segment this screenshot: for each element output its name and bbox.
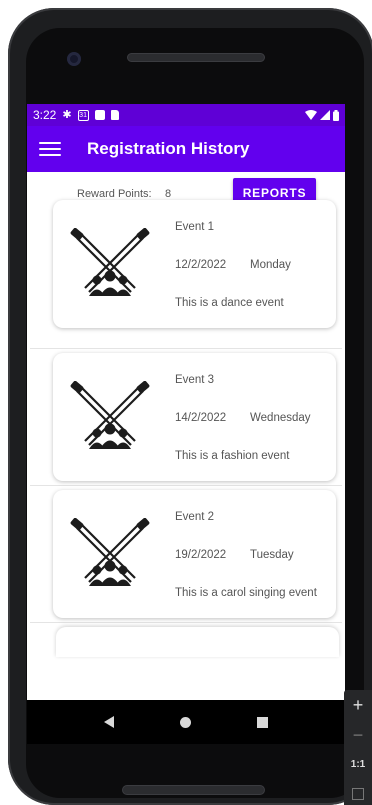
app-screen: 3:22 ✱ 31 Registration History Reward Po… [27, 104, 345, 700]
earpiece-speaker [127, 53, 265, 62]
event-date: 14/2/2022 [175, 412, 227, 424]
app-icon [94, 110, 105, 120]
event-list: Event 1 12/2/2022 Monday This is a dance… [27, 200, 345, 700]
cell-signal-icon [320, 110, 330, 120]
recent-apps-icon[interactable] [257, 716, 268, 728]
event-date: 19/2/2022 [175, 549, 227, 561]
event-name: Event 2 [175, 511, 214, 523]
list-item: Event 3 14/2/2022 Wednesday This is a fa… [30, 349, 342, 486]
event-day: Monday [250, 259, 291, 271]
bottom-speaker [122, 785, 265, 795]
reward-points-value: 8 [165, 188, 172, 200]
spotlight-audience-icon [70, 228, 150, 296]
event-card[interactable]: Event 2 19/2/2022 Tuesday This is a caro… [53, 490, 336, 618]
list-item: Event 1 12/2/2022 Monday This is a dance… [30, 200, 342, 349]
wifi-icon [305, 110, 317, 120]
sim-icon [110, 110, 119, 120]
event-description: This is a carol singing event [175, 587, 317, 599]
fit-screen-icon[interactable] [352, 788, 364, 800]
event-date: 12/2/2022 [175, 259, 227, 271]
event-day: Tuesday [250, 549, 294, 561]
back-icon[interactable] [104, 716, 114, 728]
event-card[interactable]: Event 3 14/2/2022 Wednesday This is a fa… [53, 353, 336, 481]
zoom-ratio-button[interactable]: 1:1 [351, 750, 365, 780]
navigation-bar [27, 700, 345, 744]
status-bar: 3:22 ✱ 31 [27, 104, 345, 126]
event-card-partial[interactable] [56, 627, 339, 657]
calendar-icon: 31 [77, 109, 89, 121]
emulator-zoom-controls: + − 1:1 [344, 690, 372, 805]
status-time: 3:22 [33, 108, 57, 122]
event-description: This is a dance event [175, 297, 284, 309]
event-description: This is a fashion event [175, 450, 290, 462]
list-item [30, 623, 342, 700]
event-name: Event 1 [175, 221, 214, 233]
battery-icon [333, 109, 339, 121]
spotlight-audience-icon [70, 381, 150, 449]
page-title: Registration History [87, 139, 250, 158]
front-camera [67, 52, 81, 66]
list-item: Event 2 19/2/2022 Tuesday This is a caro… [30, 486, 342, 623]
gear-icon: ✱ [62, 108, 72, 121]
event-name: Event 3 [175, 374, 214, 386]
zoom-in-button[interactable]: + [353, 690, 364, 720]
event-day: Wednesday [250, 412, 311, 424]
spotlight-audience-icon [70, 518, 150, 586]
event-card[interactable]: Event 1 12/2/2022 Monday This is a dance… [53, 200, 336, 328]
home-icon[interactable] [180, 716, 191, 728]
reward-points-label: Reward Points: [77, 188, 152, 200]
zoom-out-button[interactable]: − [353, 720, 364, 750]
hamburger-menu-icon[interactable] [39, 140, 61, 158]
app-bar: Registration History [27, 126, 345, 172]
